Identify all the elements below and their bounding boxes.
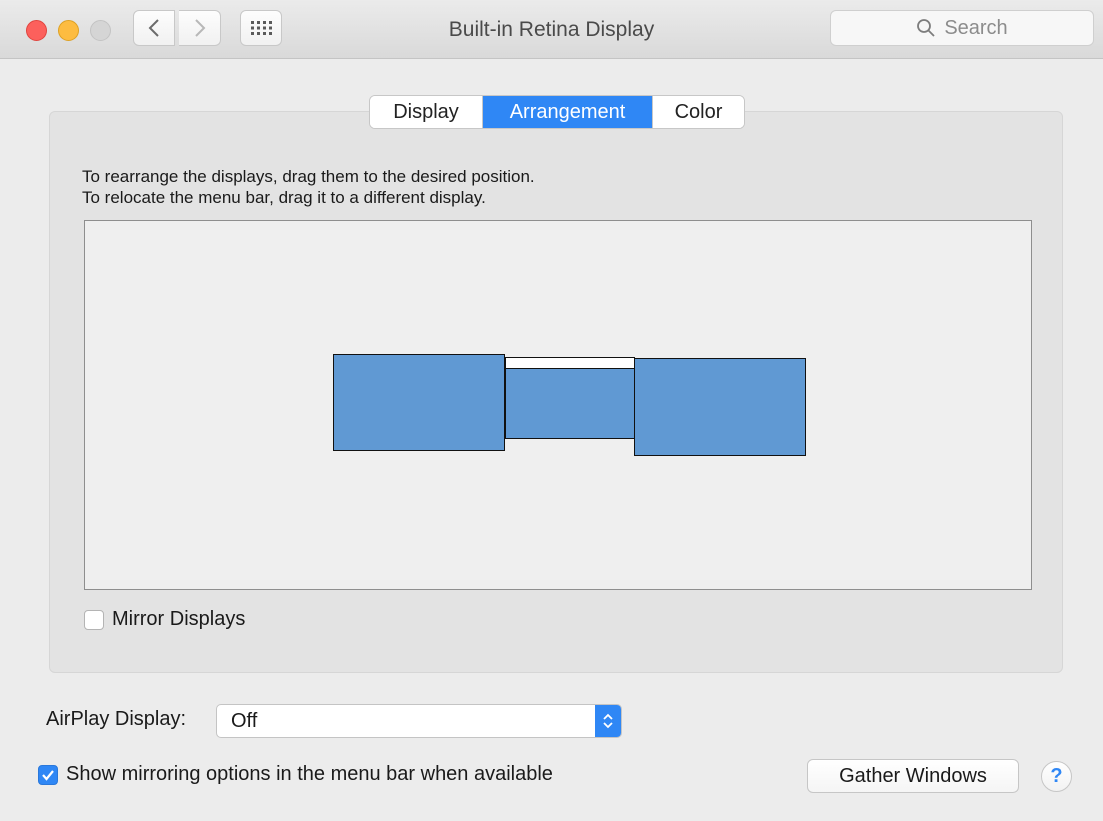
show-mirroring-option[interactable]: Show mirroring options in the menu bar w… (38, 763, 553, 786)
mirror-displays-option[interactable]: Mirror Displays (84, 608, 245, 631)
chevron-left-icon (148, 19, 159, 37)
search-field[interactable]: Search (830, 10, 1094, 46)
tab-bar: Display Arrangement Color (369, 95, 745, 129)
mirror-displays-label: Mirror Displays (112, 608, 246, 630)
show-all-button[interactable] (240, 10, 282, 46)
menu-bar-handle[interactable] (506, 358, 634, 369)
display-arrangement-area[interactable] (84, 220, 1032, 590)
tab-arrangement[interactable]: Arrangement (483, 96, 652, 128)
mirror-displays-checkbox[interactable] (84, 609, 104, 630)
display-left[interactable] (333, 354, 505, 451)
airplay-label: AirPlay Display: (46, 708, 187, 730)
updown-arrows-icon (595, 705, 621, 737)
show-mirroring-checkbox[interactable] (38, 764, 58, 785)
forward-button[interactable] (179, 10, 221, 46)
gather-windows-button[interactable]: Gather Windows (807, 759, 1019, 793)
instruction-line-2: To relocate the menu bar, drag it to a d… (82, 188, 486, 207)
airplay-select[interactable]: Off (216, 704, 622, 738)
tab-color[interactable]: Color (652, 96, 744, 128)
chevron-right-icon (194, 19, 205, 37)
display-right[interactable] (634, 358, 806, 456)
preferences-window: Built-in Retina Display Search Display A… (0, 0, 1103, 821)
airplay-value: Off (231, 709, 258, 732)
search-icon (917, 19, 935, 37)
search-placeholder: Search (944, 16, 1008, 39)
tab-display[interactable]: Display (370, 96, 483, 128)
minimize-window-button[interactable] (58, 20, 79, 41)
close-window-button[interactable] (26, 20, 47, 41)
title-bar: Built-in Retina Display Search (0, 0, 1103, 59)
grid-icon (251, 21, 272, 35)
help-button[interactable]: ? (1041, 761, 1072, 792)
show-mirroring-label: Show mirroring options in the menu bar w… (66, 763, 553, 785)
back-button[interactable] (133, 10, 175, 46)
instruction-line-1: To rearrange the displays, drag them to … (82, 167, 535, 186)
display-main[interactable] (505, 357, 635, 439)
instructions: To rearrange the displays, drag them to … (82, 166, 535, 208)
zoom-window-button[interactable] (90, 20, 111, 41)
checkmark-icon (42, 769, 54, 781)
